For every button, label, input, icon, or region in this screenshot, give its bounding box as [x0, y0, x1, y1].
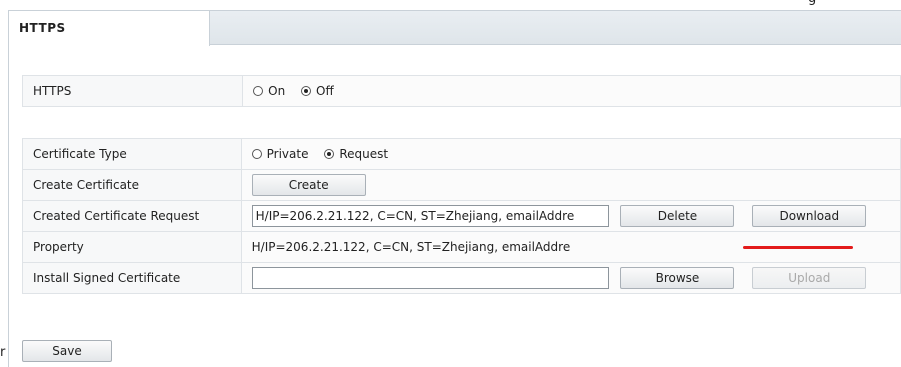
radio-selected-icon: [324, 148, 335, 159]
stray-text: r: [0, 345, 6, 360]
signed-certificate-file-field[interactable]: [251, 267, 609, 289]
upload-button: Upload: [752, 267, 867, 289]
certificate-type-label: Certificate Type: [22, 138, 242, 170]
created-request-row: Created Certificate Request H/IP=206.2.2…: [22, 200, 901, 232]
save-button[interactable]: Save: [22, 340, 112, 362]
property-value: H/IP=206.2.21.122, C=CN, ST=Zhejiang, em…: [251, 240, 571, 255]
create-certificate-cell: Create: [240, 169, 901, 201]
private-label: Private: [266, 146, 309, 161]
https-off-label: Off: [316, 83, 334, 98]
request-radio[interactable]: Request: [324, 147, 388, 161]
https-table: HTTPS On Off: [21, 75, 901, 107]
property-label: Property: [22, 231, 242, 263]
tab-bar: HTTPS: [8, 10, 901, 46]
certificate-type-options: Private Request: [240, 138, 901, 170]
tab-https[interactable]: HTTPS: [8, 10, 210, 46]
highlight-underline: [743, 246, 853, 249]
browse-button[interactable]: Browse: [620, 267, 735, 289]
radio-selected-icon: [301, 85, 312, 96]
cut-off-text: g: [808, 0, 816, 6]
install-signed-label: Install Signed Certificate: [22, 262, 242, 294]
https-on-radio[interactable]: On: [253, 84, 285, 98]
tab-label: HTTPS: [19, 21, 66, 35]
https-label: HTTPS: [21, 75, 244, 107]
request-label: Request: [339, 146, 389, 161]
created-request-label: Created Certificate Request: [22, 200, 242, 232]
https-row: HTTPS On Off: [21, 75, 901, 107]
https-off-radio[interactable]: Off: [301, 84, 334, 98]
delete-button[interactable]: Delete: [620, 205, 735, 227]
certificate-table: Certificate Type Private Request Create …: [22, 138, 901, 294]
radio-circle-icon: [253, 85, 264, 96]
create-button[interactable]: Create: [251, 174, 366, 196]
created-request-field[interactable]: H/IP=206.2.21.122, C=CN, ST=Zhejiang, em…: [251, 205, 609, 227]
created-request-cell: H/IP=206.2.21.122, C=CN, ST=Zhejiang, em…: [240, 200, 901, 232]
install-signed-row: Install Signed Certificate Browse Upload: [22, 262, 901, 294]
install-signed-cell: Browse Upload: [240, 262, 901, 294]
https-options: On Off: [242, 75, 901, 107]
private-radio[interactable]: Private: [251, 146, 309, 161]
download-button[interactable]: Download: [752, 205, 867, 227]
certificate-type-row: Certificate Type Private Request: [22, 138, 901, 170]
create-certificate-row: Create Certificate Create: [22, 169, 901, 201]
radio-circle-icon: [251, 148, 262, 159]
create-certificate-label: Create Certificate: [22, 169, 242, 201]
https-on-label: On: [268, 83, 286, 98]
